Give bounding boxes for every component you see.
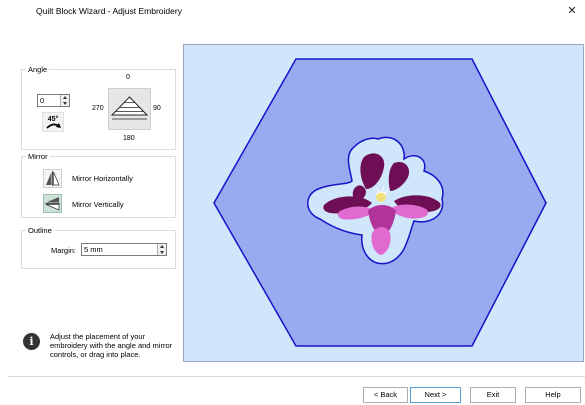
embroidery-preview-canvas[interactable] [183,44,584,362]
dial-label-left: 270 [92,105,104,112]
mirror-group: Mirror Mirror Horizontally Mirror Vertic… [21,151,176,218]
dial-label-bottom: 180 [123,135,135,142]
triangle-dial-icon [110,96,149,120]
angle-input[interactable] [38,95,60,106]
mirror-horizontal-button[interactable] [43,169,62,188]
dial-label-right: 90 [153,105,161,112]
angle-stepper[interactable] [37,94,70,107]
angle-group-label: Angle [26,64,50,75]
angle-down-arrow-icon[interactable] [61,101,69,106]
next-button[interactable]: Next > [410,387,461,403]
back-button[interactable]: < Back [363,387,408,403]
mirror-group-label: Mirror [26,151,50,162]
mirror-horizontal-icon [46,171,60,186]
margin-stepper[interactable] [81,243,167,256]
margin-up-arrow-icon[interactable] [158,244,166,249]
angle-up-arrow-icon[interactable] [61,95,69,100]
margin-down-arrow-icon[interactable] [158,250,166,255]
dial-label-top: 0 [126,74,130,81]
margin-input[interactable] [82,244,152,255]
mirror-vertical-button[interactable] [43,194,62,213]
angle-stepper-buttons [60,95,69,106]
outline-group-label: Outline [26,225,54,236]
close-icon[interactable]: ✕ [565,4,579,18]
window-title: Quilt Block Wizard - Adjust Embroidery [36,6,182,16]
footer-divider [8,376,585,377]
rotate-icon: 45° [46,115,61,129]
info-text: Adjust the placement of your embroidery … [50,332,173,359]
mirror-vertical-icon [45,197,60,211]
angle-dial[interactable] [108,88,151,130]
rotate-45-button[interactable]: 45° [42,112,64,132]
rotate-45-label: 45° [48,115,59,123]
mirror-horizontal-label: Mirror Horizontally [72,174,133,183]
angle-group: Angle 45° 0 270 90 180 [21,64,176,150]
outline-group: Outline Margin: [21,225,176,269]
margin-label: Margin: [51,246,77,255]
exit-button[interactable]: Exit [470,387,516,403]
preview-drawing [213,58,547,347]
info-icon: i [23,333,40,350]
help-button[interactable]: Help [525,387,581,403]
mirror-vertical-label: Mirror Vertically [72,200,124,209]
margin-stepper-buttons [157,244,166,255]
title-bar: Quilt Block Wizard - Adjust Embroidery ✕ [0,0,585,24]
